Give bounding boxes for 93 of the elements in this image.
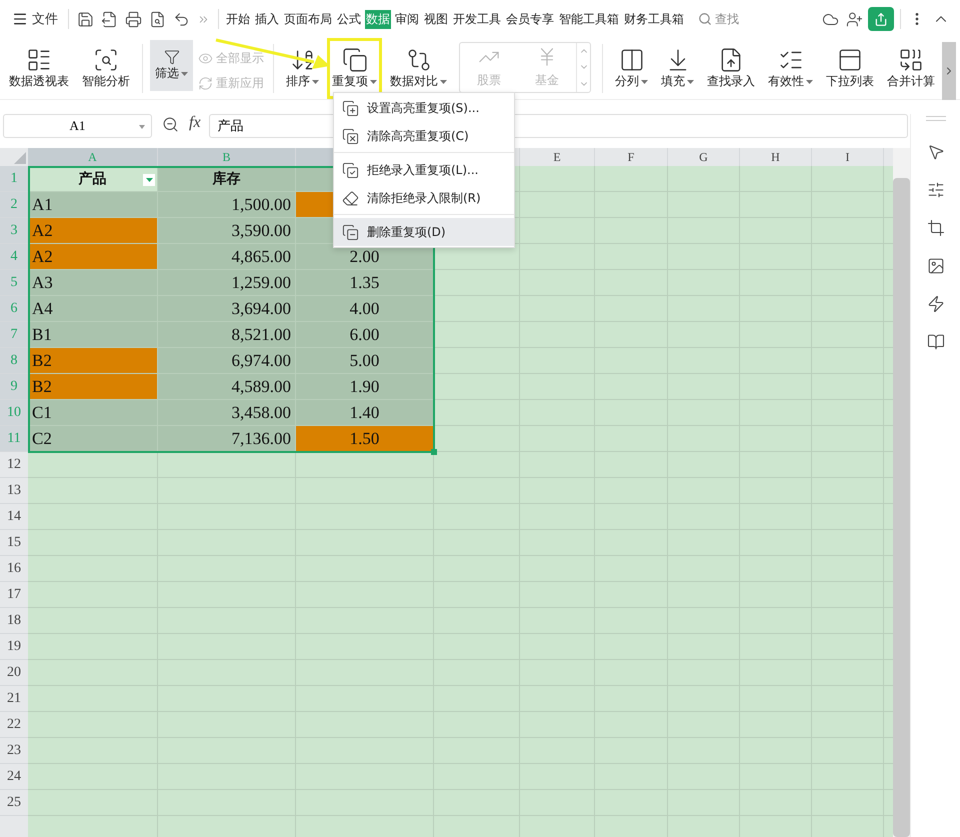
share-icon <box>874 12 888 26</box>
eye-icon <box>198 51 213 66</box>
table-cell: C1 <box>28 400 158 426</box>
row-header[interactable]: 22 <box>0 712 28 738</box>
ribbon-button[interactable]: 分列 <box>610 38 653 99</box>
menu-tab[interactable]: 智能工具箱 <box>558 10 620 28</box>
menu-tab[interactable]: 会员专享 <box>505 10 555 28</box>
row-header[interactable]: 18 <box>0 608 28 634</box>
row-header[interactable]: 23 <box>0 738 28 764</box>
search-icon <box>698 12 712 26</box>
merge-icon <box>898 47 924 73</box>
table-cell: A2 <box>28 218 158 244</box>
row-header[interactable]: 13 <box>0 478 28 504</box>
menu-tab[interactable]: 页面布局 <box>283 10 333 28</box>
row-header[interactable]: 14 <box>0 504 28 530</box>
panel-icon <box>837 47 863 73</box>
menu-item[interactable]: 清除高亮重复项(C) <box>334 122 514 150</box>
table-cell: A4 <box>28 296 158 322</box>
table-cell: 1.40 <box>296 400 434 426</box>
table-cell: B2 <box>28 374 158 400</box>
menu-tab[interactable]: 插入 <box>254 10 280 28</box>
table-cell: 8,521.00 <box>158 322 296 348</box>
table-cell: 4,589.00 <box>158 374 296 400</box>
table-cell: A1 <box>28 192 158 218</box>
ribbon-button[interactable]: 合并计算 <box>882 38 940 99</box>
table-cell: 4,865.00 <box>158 244 296 270</box>
function-label[interactable]: fx <box>189 114 201 132</box>
header-cell: 库存 <box>158 166 296 192</box>
table-cell: A2 <box>28 244 158 270</box>
table-cell: B2 <box>28 348 158 374</box>
table-cell: B1 <box>28 322 158 348</box>
menu-item[interactable]: 清除拒绝录入限制(R) <box>334 184 514 212</box>
ribbon-button[interactable]: 填充 <box>656 38 699 99</box>
ribbon-button[interactable]: 查找录入 <box>702 38 760 99</box>
menu-tab[interactable]: 公式 <box>336 10 362 28</box>
compare-icon <box>406 47 432 73</box>
menu-item[interactable]: 拒绝录入重复项(L)... <box>334 156 514 184</box>
copy-x-icon <box>342 128 359 144</box>
scrollbar-thumb[interactable] <box>893 178 910 837</box>
ribbon-button[interactable]: 数据透视表 <box>4 38 74 99</box>
caret-icon <box>146 178 152 182</box>
eraser-icon <box>342 190 359 206</box>
copy-minus-icon <box>342 224 359 240</box>
menu-tab[interactable]: 开发工具 <box>452 10 502 28</box>
table-cell: A3 <box>28 270 158 296</box>
table-cell: 6,974.00 <box>158 348 296 374</box>
row-header[interactable]: 19 <box>0 634 28 660</box>
table-cell: 1.35 <box>296 270 434 296</box>
row-header[interactable]: 21 <box>0 686 28 712</box>
row-header[interactable]: 20 <box>0 660 28 686</box>
ribbon-button[interactable]: 排序 <box>281 38 324 99</box>
table-cell: 1,500.00 <box>158 192 296 218</box>
copy-check-icon <box>342 162 359 178</box>
table-icon <box>26 47 52 73</box>
row-header[interactable]: 15 <box>0 530 28 556</box>
filter-button[interactable] <box>143 174 155 186</box>
table-cell: 4.00 <box>296 296 434 322</box>
menu-item[interactable]: 设置高亮重复项(S)... <box>334 94 514 122</box>
table-cell: 3,694.00 <box>158 296 296 322</box>
table-cell: 3,590.00 <box>158 218 296 244</box>
table-cell: 7,136.00 <box>158 426 296 452</box>
row-header[interactable]: 17 <box>0 582 28 608</box>
ribbon-button[interactable]: 有效性 <box>763 38 818 99</box>
copy-icon <box>342 47 368 73</box>
menu-icon <box>12 11 28 27</box>
copy-plus-icon <box>342 100 359 116</box>
menu-tab[interactable]: 财务工具箱 <box>623 10 685 28</box>
row-header[interactable]: 24 <box>0 764 28 790</box>
ribbon-button[interactable]: 筛选 <box>150 40 193 91</box>
caret-icon <box>139 125 145 129</box>
menu-tab[interactable]: 视图 <box>423 10 449 28</box>
fill-handle[interactable] <box>431 449 437 455</box>
ribbon-button[interactable]: 智能分析 <box>77 38 135 99</box>
menu-tab[interactable]: 开始 <box>225 10 251 28</box>
search-field[interactable]: 查找 <box>698 10 739 28</box>
row-header[interactable]: 25 <box>0 790 28 816</box>
table-cell: 5.00 <box>296 348 434 374</box>
table-cell: 6.00 <box>296 322 434 348</box>
row-header[interactable]: 16 <box>0 556 28 582</box>
file-menu[interactable]: 文件 <box>8 10 62 28</box>
columns-icon <box>618 47 644 73</box>
chart-search-icon <box>93 47 119 73</box>
table-cell: C2 <box>28 426 158 452</box>
table-cell: 3,458.00 <box>158 400 296 426</box>
ribbon-button[interactable]: 下拉列表 <box>821 38 879 99</box>
table-cell: 1,259.00 <box>158 270 296 296</box>
menu-tab[interactable]: 审阅 <box>394 10 420 28</box>
table-cell: 1.50 <box>296 426 434 452</box>
menu-item[interactable]: 删除重复项(D) <box>334 218 514 246</box>
table-cell: 1.90 <box>296 374 434 400</box>
row-header[interactable]: 12 <box>0 452 28 478</box>
refresh-icon <box>198 76 213 91</box>
name-box[interactable]: A1 <box>3 114 152 138</box>
